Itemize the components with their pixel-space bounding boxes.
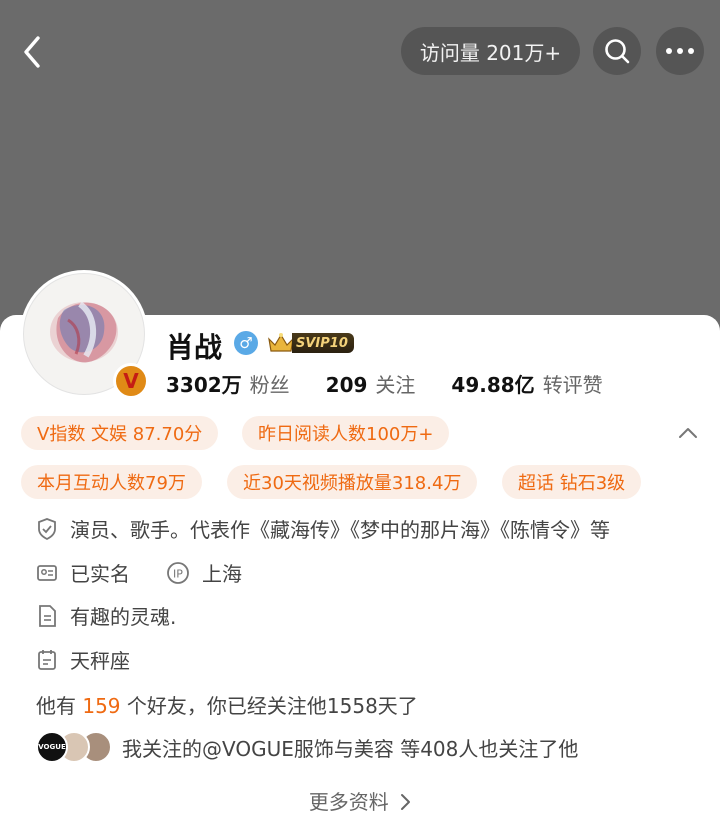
visits-label: 访问量 201万+ <box>419 40 562 65</box>
zodiac-text: 天秤座 <box>70 649 130 673</box>
tag-monthly-interactions[interactable]: 本月互动人数79万 <box>21 465 202 499</box>
ip-location-text: 上海 <box>202 562 242 586</box>
collapse-tags-button[interactable] <box>676 421 700 445</box>
friends-count: 159 <box>82 694 121 718</box>
more-options-button[interactable] <box>656 27 704 75</box>
svg-text:IP: IP <box>173 567 183 580</box>
stat-following[interactable]: 209 关注 <box>326 369 416 398</box>
friends-suffix: 个好友，你已经关注他1558天了 <box>120 694 418 718</box>
calendar-icon <box>38 649 56 670</box>
ip-location-icon: IP <box>167 561 189 584</box>
profile-stats: 3302万 粉丝 209 关注 49.88亿 转评赞 <box>166 369 639 398</box>
verification-row: 演员、歌手。代表作《藏海传》《梦中的那片海》《陈情令》等 <box>36 514 610 543</box>
chevron-left-icon <box>24 36 40 68</box>
vogue-avatar-text: VOGUE <box>38 743 66 751</box>
tag-video-plays[interactable]: 近30天视频播放量318.4万 <box>227 465 478 499</box>
male-gender-icon: ♂ <box>234 331 258 355</box>
more-dots-icon <box>666 48 694 54</box>
tag-daily-readers[interactable]: 昨日阅读人数100万+ <box>242 416 450 450</box>
search-icon <box>605 39 630 64</box>
vogue-avatar: VOGUE <box>36 731 68 763</box>
mutual-followers-text: 我关注的@VOGUE服饰与美容 等408人也关注了他 <box>122 736 579 761</box>
stat-value: 49.88亿 <box>451 373 535 397</box>
stat-value: 3302万 <box>166 373 242 397</box>
tag-super-topic[interactable]: 超话 钻石3级 <box>502 465 642 499</box>
stat-label: 转评赞 <box>542 373 603 397</box>
chevron-right-icon <box>401 794 411 810</box>
mutual-followers-row[interactable]: VOGUE 我关注的@VOGUE服饰与美容 等408人也关注了他 <box>36 731 578 763</box>
realname-text: 已实名 <box>70 562 130 586</box>
verified-badge: V <box>113 363 149 399</box>
id-card-icon <box>37 564 57 581</box>
profile-name: 肖战 <box>166 331 223 364</box>
gender-symbol: ♂ <box>239 334 253 352</box>
search-button[interactable] <box>593 27 641 75</box>
friends-prefix: 他有 <box>36 694 83 718</box>
svip-level-label: SVIP10 <box>292 333 354 353</box>
more-info-button[interactable]: 更多资料 <box>0 786 720 815</box>
stat-value: 209 <box>325 373 368 397</box>
stat-label: 关注 <box>375 373 416 397</box>
stat-interactions[interactable]: 49.88亿 转评赞 <box>451 369 602 398</box>
shield-check-icon <box>38 517 56 540</box>
back-button[interactable] <box>12 30 52 74</box>
verified-badge-label: V <box>123 369 139 393</box>
tag-v-index[interactable]: V指数 文娱 87.70分 <box>21 416 219 450</box>
more-info-label: 更多资料 <box>308 790 389 814</box>
zodiac-row: 天秤座 <box>36 645 130 674</box>
svip-badge[interactable]: SVIP10 <box>266 330 360 356</box>
bio-text: 有趣的灵魂. <box>70 605 177 629</box>
chevron-up-icon <box>679 428 697 438</box>
friends-summary[interactable]: 他有 159 个好友，你已经关注他1558天了 <box>36 690 418 719</box>
identity-row: 已实名 IP 上海 <box>36 558 242 587</box>
bio-row: 有趣的灵魂. <box>36 601 176 630</box>
verification-text: 演员、歌手。代表作《藏海传》《梦中的那片海》《陈情令》等 <box>70 518 610 542</box>
document-icon <box>39 604 56 627</box>
stat-label: 粉丝 <box>249 373 290 397</box>
stat-followers[interactable]: 3302万 粉丝 <box>166 369 290 398</box>
visits-badge[interactable]: 访问量 201万+ <box>401 27 580 75</box>
